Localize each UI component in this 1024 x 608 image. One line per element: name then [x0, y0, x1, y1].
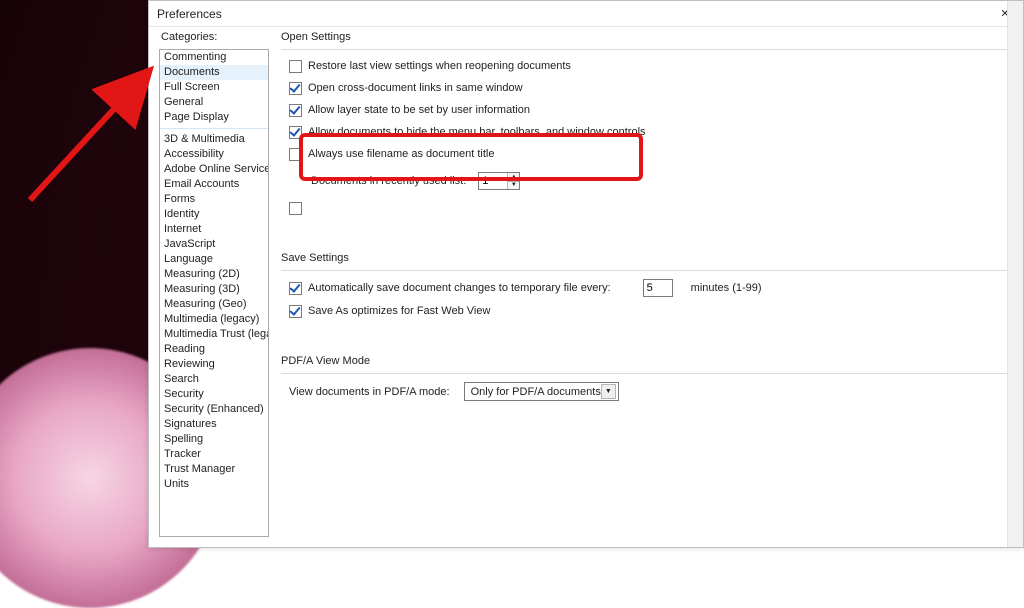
- auto-save-label-after: minutes (1-99): [691, 282, 762, 294]
- recent-list-spinner[interactable]: ▲ ▼: [478, 172, 520, 190]
- category-item[interactable]: Security: [160, 387, 268, 402]
- category-item[interactable]: Commenting: [160, 50, 268, 65]
- recent-list-field: Documents in recently used list: ▲ ▼: [311, 172, 1019, 190]
- fast-web-view-label: Save As optimizes for Fast Web View: [308, 305, 490, 317]
- category-item[interactable]: Page Display: [160, 110, 268, 125]
- open-settings-title: Open Settings: [281, 31, 1019, 43]
- category-item[interactable]: Measuring (3D): [160, 282, 268, 297]
- auto-save-input[interactable]: [644, 280, 672, 296]
- category-item[interactable]: JavaScript: [160, 237, 268, 252]
- category-item[interactable]: Accessibility: [160, 147, 268, 162]
- category-item[interactable]: Reviewing: [160, 357, 268, 372]
- category-item[interactable]: Reading: [160, 342, 268, 357]
- category-item[interactable]: Multimedia Trust (legacy): [160, 327, 268, 342]
- spinner-down-icon[interactable]: ▼: [508, 182, 519, 190]
- restore-last-view-checkbox[interactable]: [289, 60, 302, 73]
- always-use-filename-label: Always use filename as document title: [308, 148, 494, 160]
- category-item[interactable]: Trust Manager: [160, 462, 268, 477]
- preferences-dialog: Preferences ✕ Categories: CommentingDocu…: [148, 0, 1024, 548]
- scrollbar[interactable]: [1007, 1, 1023, 547]
- section-rule: [281, 270, 1019, 271]
- category-item[interactable]: Multimedia (legacy): [160, 312, 268, 327]
- category-item[interactable]: Identity: [160, 207, 268, 222]
- always-use-filename-checkbox[interactable]: [289, 148, 302, 161]
- allow-hide-menu-field[interactable]: Allow documents to hide the menu bar, to…: [289, 124, 1019, 140]
- category-item[interactable]: Forms: [160, 192, 268, 207]
- allow-layer-state-field[interactable]: Allow layer state to be set by user info…: [289, 102, 1019, 118]
- allow-layer-state-label: Allow layer state to be set by user info…: [308, 104, 530, 116]
- fast-web-view-checkbox[interactable]: [289, 305, 302, 318]
- category-item[interactable]: General: [160, 95, 268, 110]
- category-item[interactable]: Units: [160, 477, 268, 492]
- titlebar: Preferences ✕: [149, 1, 1023, 27]
- category-item[interactable]: Full Screen: [160, 80, 268, 95]
- category-item[interactable]: Search: [160, 372, 268, 387]
- category-item[interactable]: Internet: [160, 222, 268, 237]
- fast-web-view-field[interactable]: Save As optimizes for Fast Web View: [289, 303, 1019, 319]
- pdfa-field: View documents in PDF/A mode: Only for P…: [289, 382, 1019, 401]
- category-item[interactable]: Spelling: [160, 432, 268, 447]
- category-item[interactable]: Email Accounts: [160, 177, 268, 192]
- pdfa-selected: Only for PDF/A documents: [471, 386, 601, 398]
- open-cross-doc-checkbox[interactable]: [289, 82, 302, 95]
- dialog-title: Preferences: [157, 7, 222, 21]
- spinner-up-icon[interactable]: ▲: [508, 173, 519, 182]
- recent-list-input[interactable]: [479, 173, 507, 189]
- remember-snapshot-field[interactable]: [289, 200, 1019, 216]
- auto-save-field[interactable]: Automatically save document changes to t…: [289, 279, 1019, 297]
- category-separator: [160, 128, 268, 129]
- category-item[interactable]: Language: [160, 252, 268, 267]
- allow-layer-state-checkbox[interactable]: [289, 104, 302, 117]
- restore-last-view-label: Restore last view settings when reopenin…: [308, 60, 571, 72]
- auto-save-checkbox[interactable]: [289, 282, 302, 295]
- category-item[interactable]: Security (Enhanced): [160, 402, 268, 417]
- section-rule: [281, 373, 1019, 374]
- pdfa-title: PDF/A View Mode: [281, 355, 1019, 367]
- recent-list-label: Documents in recently used list:: [311, 175, 466, 187]
- pdfa-label: View documents in PDF/A mode:: [289, 386, 450, 398]
- auto-save-spinner[interactable]: [643, 279, 673, 297]
- categories-label: Categories:: [161, 31, 269, 43]
- category-item[interactable]: Signatures: [160, 417, 268, 432]
- categories-list[interactable]: CommentingDocumentsFull ScreenGeneralPag…: [159, 49, 269, 537]
- open-cross-doc-field[interactable]: Open cross-document links in same window: [289, 80, 1019, 96]
- chevron-down-icon[interactable]: ▼: [601, 384, 616, 399]
- allow-hide-menu-label: Allow documents to hide the menu bar, to…: [308, 126, 646, 138]
- category-item[interactable]: Adobe Online Services: [160, 162, 268, 177]
- restore-last-view-field[interactable]: Restore last view settings when reopenin…: [289, 58, 1019, 74]
- section-rule: [281, 49, 1019, 50]
- allow-hide-menu-checkbox[interactable]: [289, 126, 302, 139]
- category-item[interactable]: Documents: [160, 65, 268, 80]
- pdfa-dropdown[interactable]: Only for PDF/A documents ▼: [464, 382, 619, 401]
- category-item[interactable]: Tracker: [160, 447, 268, 462]
- auto-save-label-before: Automatically save document changes to t…: [308, 282, 611, 294]
- remember-snapshot-checkbox[interactable]: [289, 202, 302, 215]
- category-item[interactable]: 3D & Multimedia: [160, 132, 268, 147]
- save-settings-title: Save Settings: [281, 252, 1019, 264]
- always-use-filename-field[interactable]: Always use filename as document title: [289, 146, 1019, 162]
- category-item[interactable]: Measuring (2D): [160, 267, 268, 282]
- open-cross-doc-label: Open cross-document links in same window: [308, 82, 523, 94]
- category-item[interactable]: Measuring (Geo): [160, 297, 268, 312]
